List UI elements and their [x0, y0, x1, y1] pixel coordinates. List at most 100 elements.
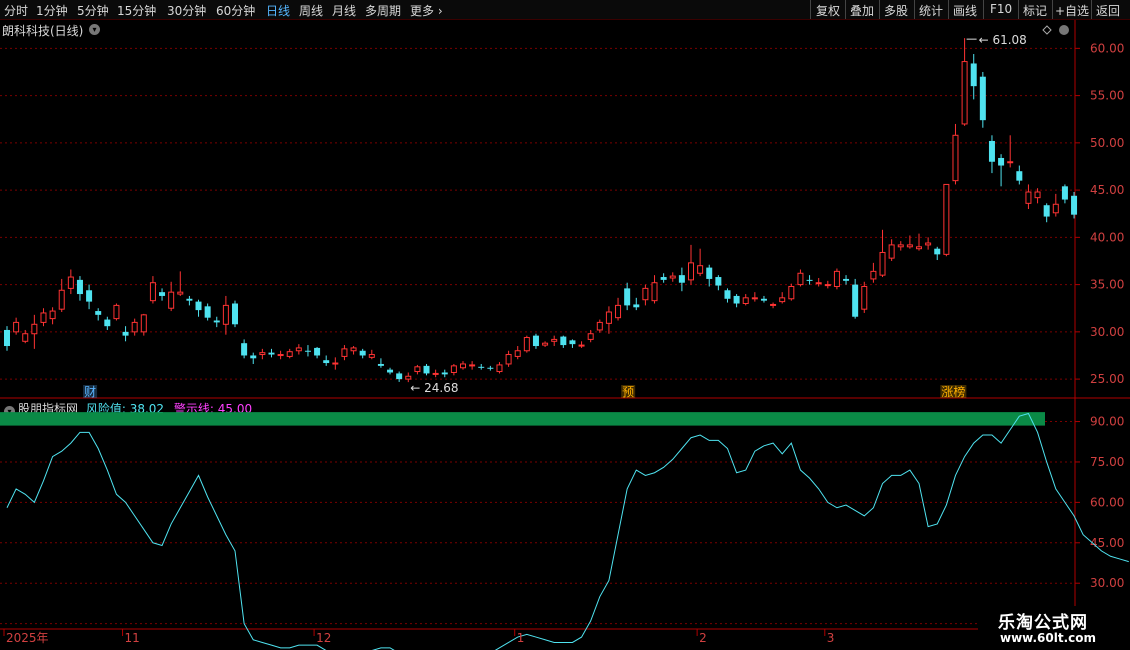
add-watchlist-button[interactable]: +自选: [1055, 2, 1089, 19]
statistics-button[interactable]: 统计: [919, 2, 943, 19]
candle: [843, 275, 850, 285]
f10-button[interactable]: F10: [990, 2, 1012, 16]
candle-body: [505, 354, 512, 365]
candle: [1043, 203, 1050, 223]
candle: [58, 278, 65, 313]
candle: [250, 352, 257, 364]
event-marker: 预: [622, 385, 634, 399]
candle-body: [870, 270, 877, 280]
indicator-bands: [0, 412, 1045, 426]
tab-daily[interactable]: 日线: [266, 2, 290, 19]
candle-body: [760, 298, 767, 301]
candle-body: [359, 350, 366, 356]
tab-monthly[interactable]: 月线: [332, 2, 356, 19]
candle: [943, 183, 950, 257]
title-dropdown-icon[interactable]: ▾: [89, 24, 100, 35]
candle-body: [797, 272, 804, 286]
candle: [4, 326, 10, 351]
tab-more[interactable]: 更多 ›: [410, 2, 443, 19]
candle: [505, 350, 512, 367]
candle-body: [377, 363, 384, 366]
candle: [76, 276, 83, 301]
candle: [350, 346, 357, 355]
candle-body: [186, 298, 193, 301]
multi-stock-button[interactable]: 多股: [884, 2, 908, 19]
tab-5min[interactable]: 5分钟: [77, 2, 109, 19]
mark-button[interactable]: 标记: [1023, 2, 1047, 19]
candle: [642, 284, 649, 306]
candle-body: [751, 297, 758, 300]
candle: [1016, 165, 1023, 185]
candle-body: [496, 364, 503, 373]
chart-canvas[interactable]: 60.00 55.00 50.00 45.00 40.00 35.00 30.00 25.00…: [0, 0, 1130, 650]
candle: [487, 365, 494, 371]
candle-body: [706, 267, 713, 279]
annotations: ← 61.08 ← 24.68 财 预 涨榜: [83, 33, 1027, 399]
candle: [587, 329, 594, 343]
tab-1min[interactable]: 1分钟: [36, 2, 68, 19]
risk-line: [6, 412, 1129, 650]
tab-15min[interactable]: 15分钟: [117, 2, 156, 19]
price-tick-label: 30.00: [1090, 325, 1124, 339]
indicator-tick-label: 75.00: [1090, 455, 1124, 469]
candle: [241, 339, 248, 359]
candle: [906, 235, 913, 249]
event-marker-bg: [621, 385, 636, 398]
candle: [95, 308, 102, 321]
candle: [633, 297, 640, 311]
time-axis: 2025年 11 12 1 2 3: [3, 629, 835, 645]
candle-body: [861, 285, 868, 310]
candlestick-series: [4, 38, 1078, 383]
tab-weekly[interactable]: 周线: [299, 2, 323, 19]
indicator-axis: 90.0075.0060.0045.0030.0015.00: [1075, 415, 1124, 631]
candle-body: [615, 304, 622, 319]
candle: [432, 369, 439, 378]
tab-30min[interactable]: 30分钟: [167, 2, 206, 19]
candle: [934, 246, 941, 261]
candle: [195, 299, 202, 317]
restore-rights-button[interactable]: 复权: [816, 2, 840, 19]
candle: [177, 271, 184, 296]
tab-60min[interactable]: 60分钟: [216, 2, 255, 19]
indicator-dropdown-icon[interactable]: ▾: [4, 406, 15, 417]
diamond-icon[interactable]: [1042, 25, 1052, 35]
candle-body: [961, 61, 968, 125]
price-tick-label: 35.00: [1090, 278, 1124, 292]
candle-body: [952, 134, 959, 182]
time-tick-label: 12: [316, 631, 331, 645]
candle: [186, 295, 193, 306]
candle-body: [323, 360, 330, 364]
candle: [615, 297, 622, 321]
candle: [523, 335, 530, 353]
candle-body: [605, 311, 612, 324]
candle: [733, 294, 740, 308]
candle: [1071, 191, 1078, 219]
candle-body: [824, 284, 831, 287]
candle: [751, 292, 758, 302]
candle-body: [888, 244, 895, 259]
candle-body: [1061, 186, 1068, 200]
candle: [514, 346, 521, 360]
toolbar: 分时 1分钟 5分钟 15分钟 30分钟 60分钟 日线 周线 月线 多周期 更…: [0, 0, 1130, 20]
candle-body: [86, 290, 93, 302]
overlay-button[interactable]: 叠加: [850, 2, 874, 19]
candle-body: [31, 323, 38, 335]
candle: [304, 345, 311, 357]
candle-body: [742, 297, 749, 304]
candle: [469, 361, 476, 370]
tab-fenshi[interactable]: 分时: [4, 2, 28, 19]
settings-circle-icon[interactable]: [1059, 25, 1069, 35]
candle-body: [441, 372, 448, 375]
indicator-grid: [0, 421, 1075, 625]
back-button[interactable]: 返回: [1096, 2, 1120, 19]
time-tick-label: 2025年: [6, 631, 49, 645]
candle: [824, 280, 831, 289]
candle-body: [487, 367, 494, 369]
tab-multi-period[interactable]: 多周期: [365, 2, 401, 19]
time-tick-label: 3: [827, 631, 835, 645]
time-tick-label: 2: [699, 631, 707, 645]
candle-body: [396, 373, 403, 380]
candle-body: [149, 282, 156, 302]
candle: [277, 350, 284, 360]
draw-line-button[interactable]: 画线: [953, 2, 977, 19]
